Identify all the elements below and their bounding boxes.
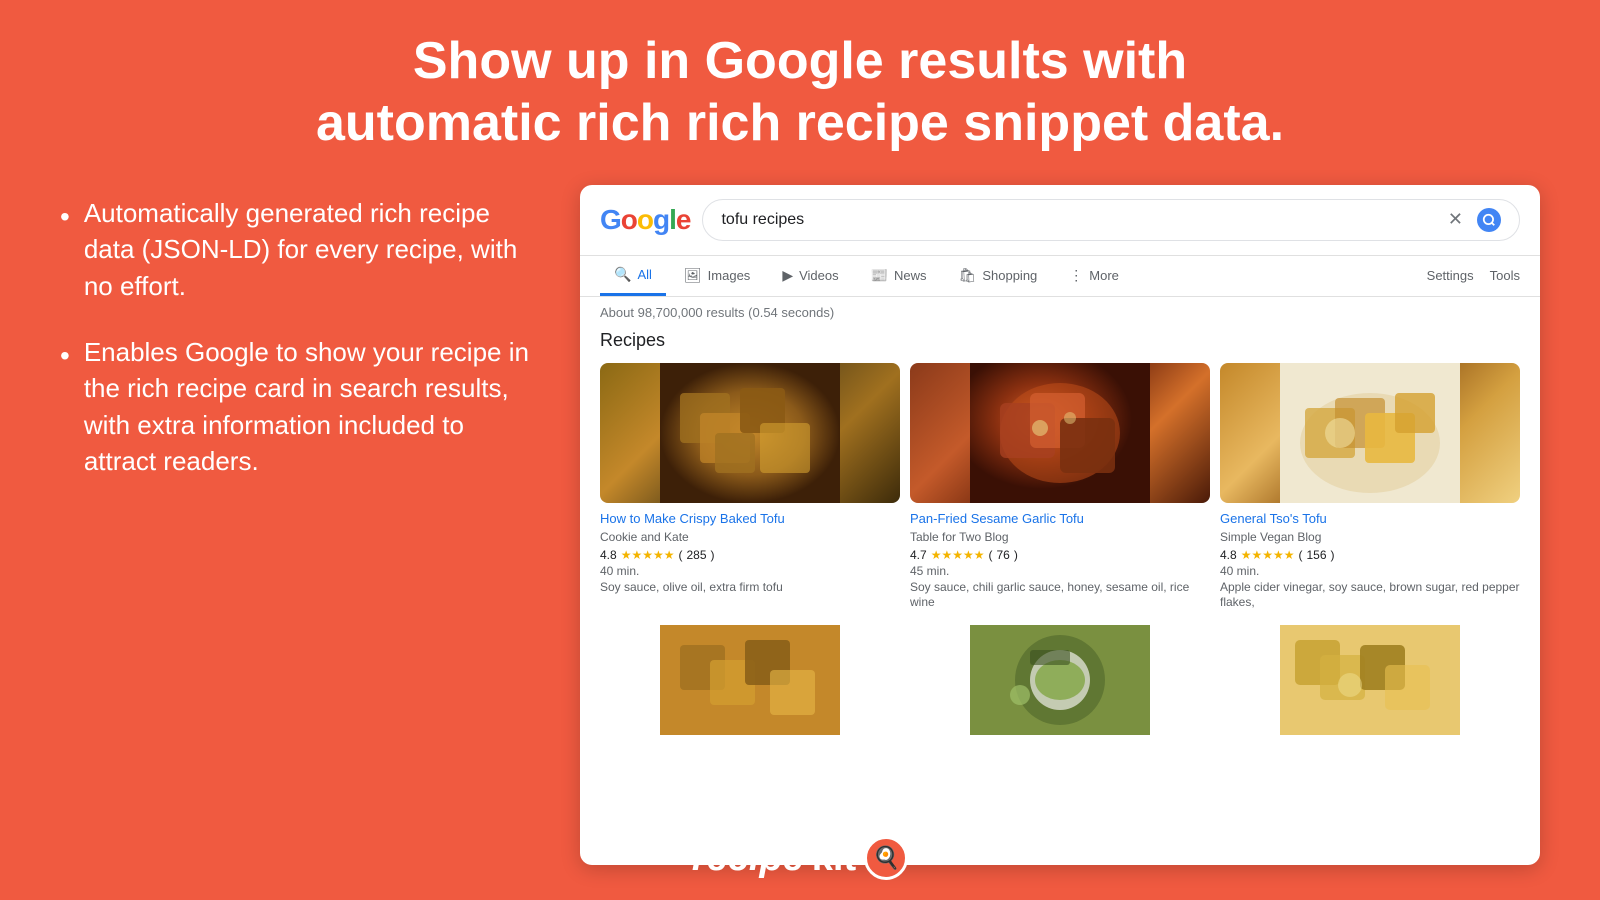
recipe-source-1: Cookie and Kate — [600, 530, 900, 544]
tools-link[interactable]: Tools — [1490, 268, 1520, 283]
nav-tab-more[interactable]: ⋮ More — [1055, 257, 1133, 294]
search-button[interactable] — [1477, 208, 1501, 232]
title-line1: Show up in Google results with — [413, 32, 1187, 90]
recipes-label: Recipes — [600, 330, 1520, 351]
recipe-card-3: General Tso's Tofu Simple Vegan Blog 4.8… — [1220, 363, 1520, 611]
bullet-item-2: Enables Google to show your recipe in th… — [60, 334, 540, 480]
chef-hat-icon: 🍳 — [864, 836, 908, 880]
main-content: Automatically generated rich recipe data… — [0, 175, 1600, 865]
news-icon: 📰 — [871, 267, 888, 284]
bottom-thumb-2 — [910, 625, 1210, 735]
clear-icon[interactable]: ✕ — [1448, 209, 1463, 230]
nav-right: Settings Tools — [1427, 268, 1520, 283]
recipe-cards: How to Make Crispy Baked Tofu Cookie and… — [600, 363, 1520, 611]
google-panel: Google tofu recipes ✕ 🔍 A — [580, 185, 1540, 865]
nav-tab-all[interactable]: 🔍 All — [600, 256, 666, 296]
brand-logo: recipekit 🍳 — [692, 836, 908, 880]
recipe-ingredients-2: Soy sauce, chili garlic sauce, honey, se… — [910, 580, 1210, 611]
recipe-ingredients-1: Soy sauce, olive oil, extra firm tofu — [600, 580, 900, 596]
title-line2: automatic rich rich recipe snippet data. — [316, 94, 1284, 152]
recipe-source-2: Table for Two Blog — [910, 530, 1210, 544]
all-icon: 🔍 — [614, 266, 631, 283]
recipe-source-3: Simple Vegan Blog — [1220, 530, 1520, 544]
footer: recipekit 🍳 — [0, 836, 1600, 880]
recipe-rating-1: 4.8 ★★★★★ (285) — [600, 548, 900, 562]
stars-1: ★★★★★ — [621, 548, 675, 562]
bottom-thumb-3 — [1220, 625, 1520, 735]
recipe-thumb-3 — [1220, 363, 1520, 503]
recipe-ingredients-3: Apple cider vinegar, soy sauce, brown su… — [1220, 580, 1520, 611]
recipe-time-2: 45 min. — [910, 564, 1210, 578]
shopping-icon: 🛍 — [959, 267, 977, 284]
recipe-rating-3: 4.8 ★★★★★ (156) — [1220, 548, 1520, 562]
recipe-thumb-2 — [910, 363, 1210, 503]
nav-tab-images[interactable]: 🖼 Images — [670, 257, 764, 294]
google-logo: Google — [600, 204, 690, 236]
search-bar: Google tofu recipes ✕ — [580, 185, 1540, 256]
bullet-item-1: Automatically generated rich recipe data… — [60, 195, 540, 304]
more-icon: ⋮ — [1069, 267, 1083, 284]
settings-link[interactable]: Settings — [1427, 268, 1474, 283]
stars-3: ★★★★★ — [1241, 548, 1295, 562]
recipe-time-1: 40 min. — [600, 564, 900, 578]
bottom-thumb-1 — [600, 625, 900, 735]
recipe-rating-2: 4.7 ★★★★★ (76) — [910, 548, 1210, 562]
nav-tab-videos[interactable]: ▶ Videos — [768, 257, 852, 294]
search-icons: ✕ — [1448, 208, 1501, 232]
recipe-card-1: How to Make Crispy Baked Tofu Cookie and… — [600, 363, 900, 611]
videos-icon: ▶ — [782, 267, 793, 284]
nav-tab-shopping[interactable]: 🛍 Shopping — [945, 257, 1052, 294]
brand-recipe-text: recipe — [692, 837, 804, 880]
search-input-text: tofu recipes — [721, 211, 804, 229]
results-count: About 98,700,000 results (0.54 seconds) — [600, 305, 1520, 320]
nav-tab-news[interactable]: 📰 News — [857, 257, 941, 294]
images-icon: 🖼 — [684, 267, 702, 284]
google-nav: 🔍 All 🖼 Images ▶ Videos 📰 News 🛍 Shoppin… — [580, 256, 1540, 297]
results-area: About 98,700,000 results (0.54 seconds) … — [580, 297, 1540, 735]
bullet-list: Automatically generated rich recipe data… — [60, 195, 540, 480]
left-panel: Automatically generated rich recipe data… — [60, 185, 540, 510]
header-title: Show up in Google results with automatic… — [0, 0, 1600, 175]
brand-kit-text: kit — [812, 837, 856, 880]
recipe-title-3[interactable]: General Tso's Tofu — [1220, 511, 1520, 528]
recipe-card-2: Pan-Fried Sesame Garlic Tofu Table for T… — [910, 363, 1210, 611]
bottom-thumbs — [600, 625, 1520, 735]
search-box[interactable]: tofu recipes ✕ — [702, 199, 1520, 241]
stars-2: ★★★★★ — [931, 548, 985, 562]
recipe-title-1[interactable]: How to Make Crispy Baked Tofu — [600, 511, 900, 528]
recipe-time-3: 40 min. — [1220, 564, 1520, 578]
recipe-title-2[interactable]: Pan-Fried Sesame Garlic Tofu — [910, 511, 1210, 528]
recipe-thumb-1 — [600, 363, 900, 503]
